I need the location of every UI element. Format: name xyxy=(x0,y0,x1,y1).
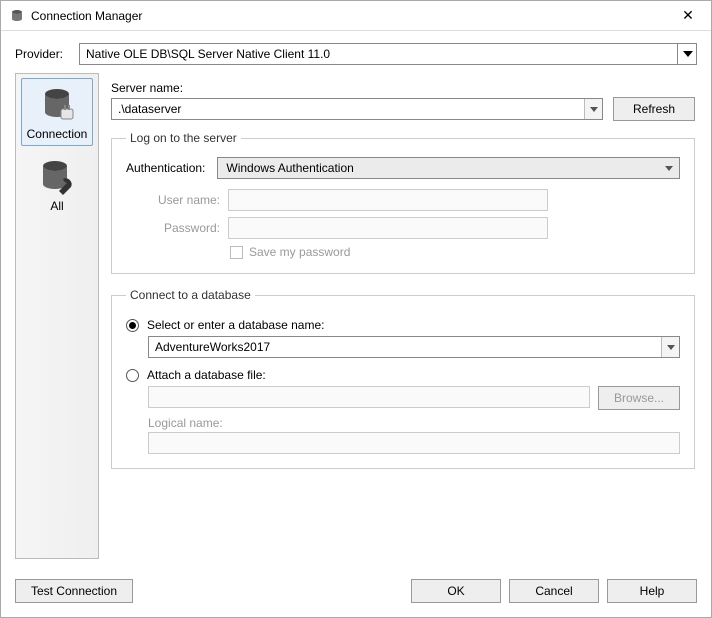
provider-label: Provider: xyxy=(15,47,69,61)
logon-fieldset: Log on to the server Authentication: Win… xyxy=(111,131,695,274)
database-name-combo[interactable]: AdventureWorks2017 xyxy=(148,336,680,358)
password-input xyxy=(228,217,548,239)
test-connection-button[interactable]: Test Connection xyxy=(15,579,133,603)
browse-button: Browse... xyxy=(598,386,680,410)
chevron-down-icon xyxy=(660,159,678,177)
authentication-value: Windows Authentication xyxy=(226,161,353,175)
database-wrench-icon xyxy=(37,157,77,197)
logon-legend: Log on to the server xyxy=(126,131,241,145)
ok-button[interactable]: OK xyxy=(411,579,501,603)
app-icon xyxy=(9,8,25,24)
authentication-select[interactable]: Windows Authentication xyxy=(217,157,680,179)
main-panel: Server name: .\dataserver Refresh Log on… xyxy=(109,73,697,559)
server-name-input[interactable]: .\dataserver xyxy=(111,98,603,120)
chevron-down-icon xyxy=(661,337,679,357)
chevron-down-icon xyxy=(584,99,602,119)
radio-select-database[interactable] xyxy=(126,319,139,332)
username-label: User name: xyxy=(150,193,220,207)
sidebar-item-label: All xyxy=(50,199,63,213)
close-button[interactable]: ✕ xyxy=(673,7,703,24)
provider-select[interactable]: Native OLE DB\SQL Server Native Client 1… xyxy=(79,43,697,65)
radio-select-database-label: Select or enter a database name: xyxy=(147,318,324,332)
provider-row: Provider: Native OLE DB\SQL Server Nativ… xyxy=(1,31,711,73)
sidebar: Connection All xyxy=(15,73,99,559)
footer: Test Connection OK Cancel Help xyxy=(1,569,711,617)
database-plug-icon xyxy=(37,85,77,125)
logical-name-input xyxy=(148,432,680,454)
database-legend: Connect to a database xyxy=(126,288,255,302)
authentication-label: Authentication: xyxy=(126,161,205,175)
sidebar-item-all[interactable]: All xyxy=(21,150,93,218)
logical-name-label: Logical name: xyxy=(148,416,680,430)
chevron-down-icon xyxy=(677,43,697,65)
attach-file-input xyxy=(148,386,590,408)
provider-select-value: Native OLE DB\SQL Server Native Client 1… xyxy=(79,43,697,65)
help-button[interactable]: Help xyxy=(607,579,697,603)
refresh-button[interactable]: Refresh xyxy=(613,97,695,121)
titlebar: Connection Manager ✕ xyxy=(1,1,711,31)
connection-manager-window: Connection Manager ✕ Provider: Native OL… xyxy=(0,0,712,618)
database-name-input[interactable]: AdventureWorks2017 xyxy=(148,336,680,358)
sidebar-item-connection[interactable]: Connection xyxy=(21,78,93,146)
cancel-button[interactable]: Cancel xyxy=(509,579,599,603)
database-fieldset: Connect to a database Select or enter a … xyxy=(111,288,695,469)
window-title: Connection Manager xyxy=(31,9,673,23)
password-label: Password: xyxy=(150,221,220,235)
sidebar-item-label: Connection xyxy=(27,127,88,141)
radio-attach-file[interactable] xyxy=(126,369,139,382)
server-name-label: Server name: xyxy=(111,81,183,95)
username-input xyxy=(228,189,548,211)
radio-attach-file-label: Attach a database file: xyxy=(147,368,266,382)
save-password-checkbox xyxy=(230,246,243,259)
server-name-combo[interactable]: .\dataserver xyxy=(111,98,603,120)
save-password-label: Save my password xyxy=(249,245,350,259)
